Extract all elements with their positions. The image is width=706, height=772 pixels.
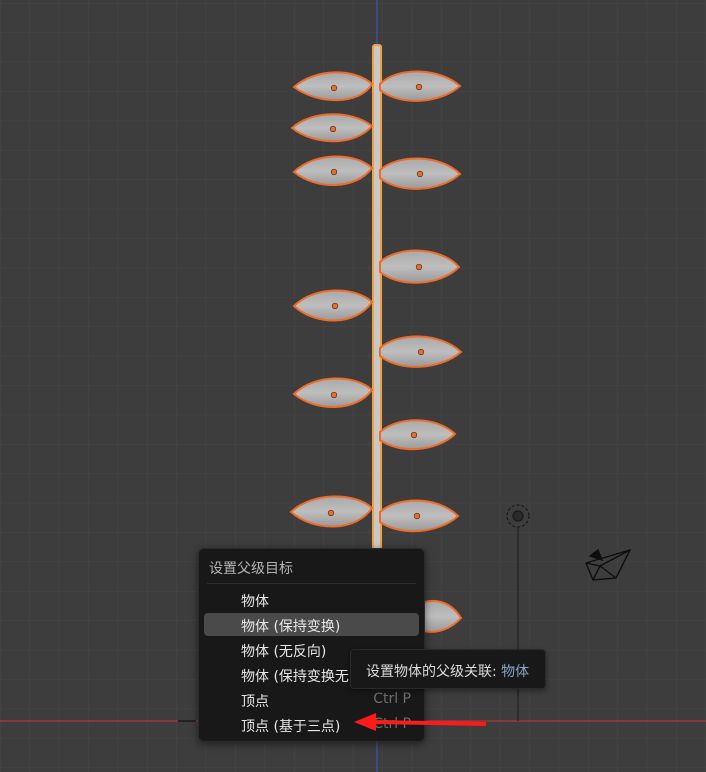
menu-item-label: 物体 bbox=[241, 594, 269, 610]
menu-item-shortcut: Ctrl P bbox=[373, 716, 411, 732]
menu-item-vertex-triangle[interactable]: 顶点 (基于三点) Ctrl P bbox=[204, 713, 419, 736]
menu-item-label: 顶点 bbox=[241, 694, 269, 710]
menu-item-label: 物体 (保持变换无 bbox=[241, 669, 349, 685]
menu-item-label: 物体 (无反向) bbox=[241, 644, 327, 660]
menu-item-object[interactable]: 物体 bbox=[204, 588, 419, 611]
menu-title: 设置父级目标 bbox=[209, 561, 293, 577]
tooltip-value: 物体 bbox=[501, 664, 530, 680]
set-parent-target-menu: 设置父级目标 物体 物体 (保持变换) 物体 (无反向) 物体 (保持变换无 顶… bbox=[198, 548, 425, 742]
tooltip: 设置物体的父级关联: 物体 bbox=[350, 649, 546, 689]
tooltip-prefix: 设置物体的父级关联: bbox=[366, 664, 497, 680]
menu-item-vertex[interactable]: 顶点 Ctrl P bbox=[204, 688, 419, 711]
menu-item-object-keep-transform[interactable]: 物体 (保持变换) bbox=[204, 613, 419, 636]
menu-item-shortcut: Ctrl P bbox=[373, 691, 411, 707]
menu-separator bbox=[207, 583, 416, 584]
menu-item-label: 顶点 (基于三点) bbox=[241, 719, 341, 735]
menu-item-label: 物体 (保持变换) bbox=[241, 619, 341, 635]
tooltip-text: 设置物体的父级关联: 物体 bbox=[366, 661, 529, 681]
